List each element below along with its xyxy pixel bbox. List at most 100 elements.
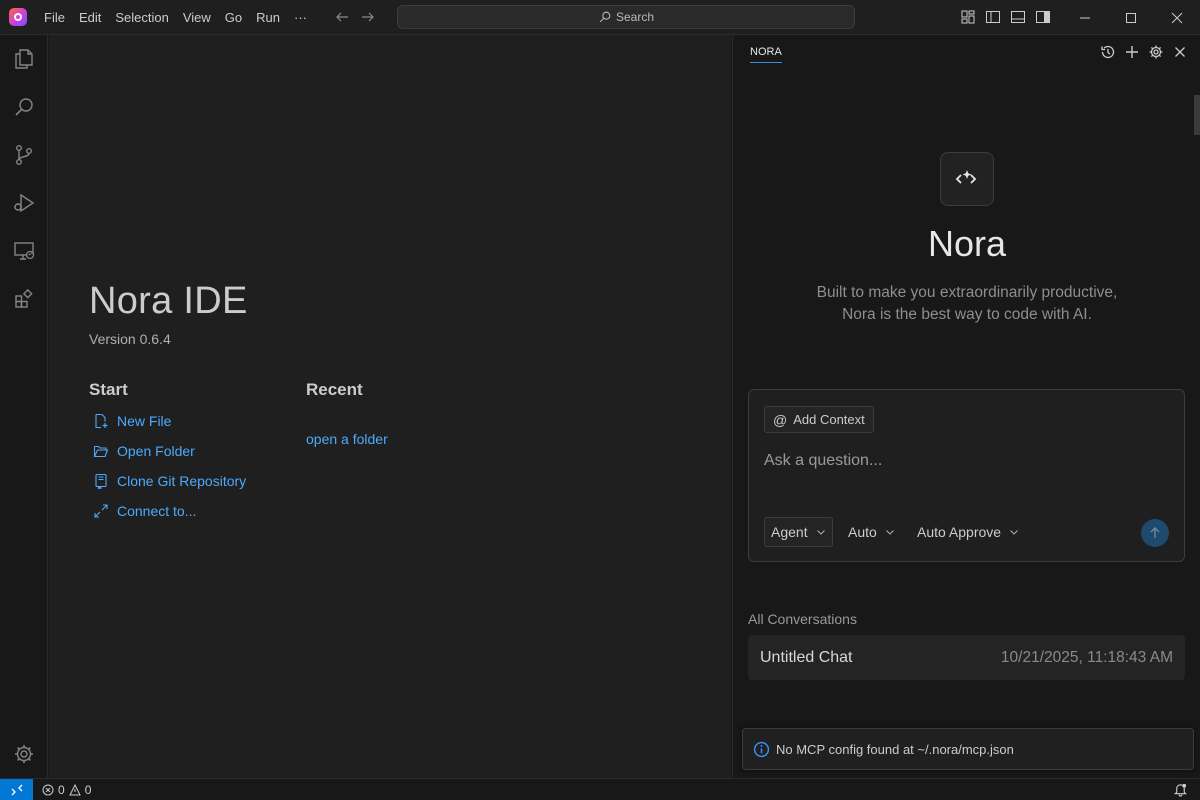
recent-heading: Recent: [306, 380, 363, 399]
arrow-up-icon: [1150, 527, 1160, 538]
open-folder-recent-link[interactable]: open a folder: [306, 431, 388, 447]
ask-question-input[interactable]: [764, 452, 1164, 470]
new-file-label: New File: [117, 413, 172, 429]
nora-tagline: Built to make you extraordinarily produc…: [733, 282, 1200, 326]
connect-to-label: Connect to...: [117, 503, 197, 519]
remote-explorer-icon: [14, 242, 35, 260]
activity-bar: [0, 35, 48, 778]
nora-panel: NORA Nora Built to make you extraordinar…: [732, 35, 1200, 778]
problems-indicator[interactable]: 0 0: [42, 783, 91, 797]
search-label: Search: [615, 10, 655, 24]
open-folder-link[interactable]: Open Folder: [93, 443, 195, 459]
activity-extensions[interactable]: [0, 275, 48, 323]
new-file-icon: [95, 413, 108, 429]
start-heading: Start: [89, 380, 128, 399]
add-context-button[interactable]: @ Add Context: [764, 406, 874, 433]
all-conversations-heading: All Conversations: [748, 611, 857, 627]
bell-icon: [1173, 783, 1188, 797]
history-icon[interactable]: [1100, 44, 1116, 60]
repo-clone-icon: [95, 473, 107, 489]
menu-more[interactable]: ···: [287, 0, 314, 35]
status-bar: 0 0: [0, 778, 1200, 800]
customize-layout-icon[interactable]: [960, 9, 976, 25]
chevron-down-icon: [816, 530, 825, 535]
mode-label: Agent: [771, 524, 808, 540]
forward-arrow-icon[interactable]: [360, 9, 376, 25]
mcp-notification[interactable]: No MCP config found at ~/.nora/mcp.json: [742, 728, 1194, 770]
source-control-icon: [15, 145, 32, 166]
mode-dropdown[interactable]: Agent: [764, 517, 833, 547]
info-icon: [753, 741, 770, 757]
back-arrow-icon[interactable]: [334, 9, 350, 25]
title-bar: File Edit Selection View Go Run ··· Sear…: [0, 0, 1200, 35]
mcp-notification-text: No MCP config found at ~/.nora/mcp.json: [776, 741, 1014, 757]
close-icon: [1171, 12, 1183, 23]
approve-label: Auto Approve: [917, 524, 1002, 540]
nora-logo: [940, 152, 994, 206]
clone-repo-label: Clone Git Repository: [117, 473, 247, 489]
activity-manage[interactable]: [0, 730, 48, 778]
error-icon: [42, 784, 54, 795]
panel-scrollbar[interactable]: [1194, 95, 1200, 135]
warning-icon: [68, 783, 81, 795]
open-folder-label: Open Folder: [117, 443, 195, 459]
menu-view[interactable]: View: [176, 0, 218, 35]
run-debug-icon: [14, 193, 35, 213]
settings-gear-icon[interactable]: [1148, 44, 1164, 60]
menu-run[interactable]: Run: [249, 0, 287, 35]
search-icon: [599, 11, 611, 23]
new-file-link[interactable]: New File: [93, 413, 171, 429]
add-context-label: Add Context: [793, 412, 865, 427]
menu-go[interactable]: Go: [218, 0, 249, 35]
close-window-button[interactable]: [1154, 0, 1200, 35]
app-logo: [9, 8, 27, 26]
model-label: Auto: [848, 524, 877, 540]
activity-search[interactable]: [0, 83, 48, 131]
clone-repo-link[interactable]: Clone Git Repository: [93, 473, 246, 489]
activity-run-debug[interactable]: [0, 179, 48, 227]
send-button[interactable]: [1141, 519, 1169, 547]
layout-controls: [960, 9, 1051, 25]
welcome-title: Nora IDE: [89, 280, 248, 322]
activity-explorer[interactable]: [0, 35, 48, 83]
menu-selection[interactable]: Selection: [108, 0, 175, 35]
command-search-box[interactable]: Search: [397, 5, 855, 29]
menu-bar: File Edit Selection View Go Run ···: [37, 0, 314, 35]
notifications-button[interactable]: [1173, 782, 1188, 800]
extensions-icon: [15, 288, 33, 308]
tagline-line-2: Nora is the best way to code with AI.: [842, 306, 1092, 323]
maximize-button[interactable]: [1108, 0, 1154, 35]
toggle-secondary-sidebar-icon[interactable]: [1035, 9, 1051, 25]
remote-connect-icon: [94, 504, 108, 518]
close-panel-icon[interactable]: [1172, 44, 1188, 60]
activity-remote-explorer[interactable]: [0, 227, 48, 275]
model-dropdown[interactable]: Auto: [842, 517, 901, 547]
panel-actions: [1100, 44, 1188, 60]
chevron-down-icon: [885, 530, 894, 535]
conversation-timestamp: 10/21/2025, 11:18:43 AM: [1000, 648, 1173, 666]
toggle-primary-sidebar-icon[interactable]: [985, 9, 1001, 25]
minimize-icon: [1080, 17, 1090, 18]
toggle-panel-icon[interactable]: [1010, 9, 1026, 25]
nav-arrows: [334, 9, 376, 25]
conversation-item[interactable]: Untitled Chat 10/21/2025, 11:18:43 AM: [748, 635, 1185, 680]
menu-edit[interactable]: Edit: [72, 0, 108, 35]
approve-dropdown[interactable]: Auto Approve: [911, 517, 1025, 547]
chat-input-box: @ Add Context Agent Auto Auto Approve: [748, 389, 1185, 562]
menu-file[interactable]: File: [37, 0, 72, 35]
tagline-line-1: Built to make you extraordinarily produc…: [816, 284, 1118, 301]
new-chat-plus-icon[interactable]: [1124, 44, 1140, 60]
maximize-icon: [1126, 12, 1136, 23]
remote-indicator-button[interactable]: [0, 778, 33, 800]
welcome-version: Version 0.6.4: [89, 331, 171, 347]
connect-to-link[interactable]: Connect to...: [93, 503, 196, 519]
minimize-button[interactable]: [1062, 0, 1108, 35]
warning-count: 0: [84, 782, 92, 797]
tab-nora[interactable]: NORA: [750, 46, 782, 63]
error-count: 0: [58, 782, 65, 797]
activity-source-control[interactable]: [0, 131, 48, 179]
at-icon: @: [773, 411, 788, 428]
explorer-icon: [15, 49, 33, 69]
conversation-title: Untitled Chat: [760, 648, 853, 666]
welcome-editor: Nora IDE Version 0.6.4 Start Recent New …: [49, 35, 731, 778]
